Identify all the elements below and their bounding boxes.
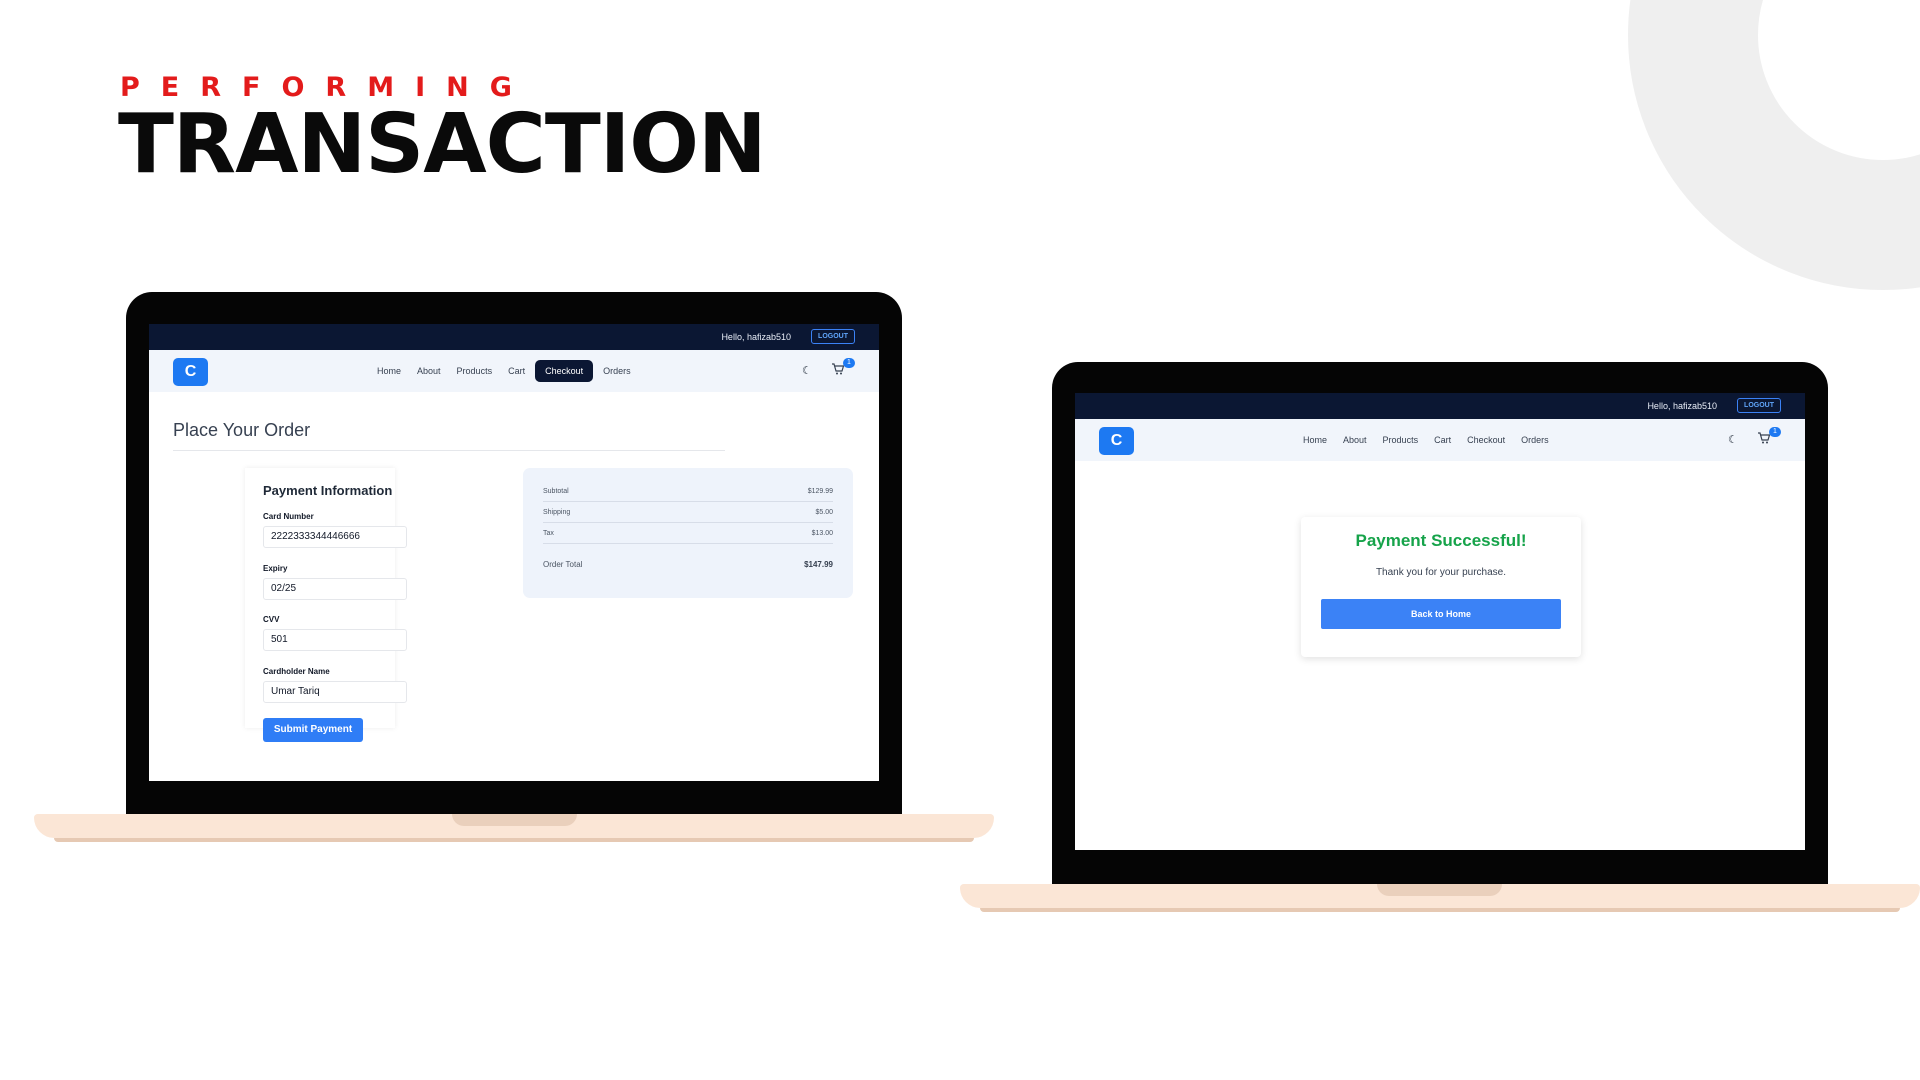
decorative-ring xyxy=(1628,0,1920,290)
tax-value: $13.00 xyxy=(811,530,833,537)
nav-about[interactable]: About xyxy=(1337,429,1373,451)
moon-icon[interactable]: ☾ xyxy=(1728,434,1740,446)
slide-headline: TRANSACTION xyxy=(118,97,767,192)
top-bar: Hello, hafizab510 LOGOUT xyxy=(1075,393,1805,419)
nav-orders[interactable]: Orders xyxy=(597,360,637,382)
cvv-label: CVV xyxy=(263,615,280,624)
subtotal-label: Subtotal xyxy=(543,488,569,495)
logo-icon[interactable]: C xyxy=(1099,427,1134,455)
payment-success-card: Payment Successful! Thank you for your p… xyxy=(1301,517,1581,657)
tax-row: Tax $13.00 xyxy=(543,524,833,544)
moon-icon[interactable]: ☾ xyxy=(802,365,814,377)
top-bar: Hello, hafizab510 LOGOUT xyxy=(149,324,879,350)
expiry-label: Expiry xyxy=(263,564,288,573)
page-title: Place Your Order xyxy=(173,420,311,440)
order-total-label: Order Total xyxy=(543,560,583,569)
payment-title: Payment Information xyxy=(263,483,393,498)
card-number-input[interactable]: 2222333344446666 xyxy=(263,526,407,548)
submit-payment-button[interactable]: Submit Payment xyxy=(263,718,363,742)
checkout-screen: Hello, hafizab510 LOGOUT C Home About Pr… xyxy=(149,324,879,781)
order-summary: Subtotal $129.99 Shipping $5.00 Tax $13.… xyxy=(523,468,853,598)
title-divider xyxy=(173,450,725,451)
nav-links: Home About Products Cart Checkout Orders xyxy=(371,360,637,382)
cart-count-badge: 1 xyxy=(1769,427,1781,437)
laptop-notch xyxy=(1377,884,1502,896)
slide: PERFORMING TRANSACTION Hello, hafizab510… xyxy=(0,0,1920,1080)
cart-icon[interactable]: 1 xyxy=(831,358,855,380)
order-total-row: Order Total $147.99 xyxy=(543,560,833,569)
nav-products[interactable]: Products xyxy=(1377,429,1425,451)
cardholder-name-input[interactable]: Umar Tariq xyxy=(263,681,407,703)
nav-orders[interactable]: Orders xyxy=(1515,429,1555,451)
cvv-input[interactable]: 501 xyxy=(263,629,407,651)
logo-icon[interactable]: C xyxy=(173,358,208,386)
shipping-label: Shipping xyxy=(543,509,571,516)
cardholder-name-label: Cardholder Name xyxy=(263,667,330,676)
greeting-text: Hello, hafizab510 xyxy=(721,332,791,342)
laptop-base-shadow xyxy=(980,908,1900,912)
laptop-base-shadow xyxy=(54,838,974,842)
nav-links: Home About Products Cart Checkout Orders xyxy=(1297,429,1555,451)
nav-home[interactable]: Home xyxy=(371,360,407,382)
logout-button[interactable]: LOGOUT xyxy=(1737,398,1781,413)
nav-checkout[interactable]: Checkout xyxy=(535,360,594,382)
nav-about[interactable]: About xyxy=(411,360,447,382)
payment-card: Payment Information Card Number 22223333… xyxy=(245,468,407,742)
navbar: C Home About Products Cart Checkout Orde… xyxy=(1075,419,1805,461)
card-number-label: Card Number xyxy=(263,512,314,521)
tax-label: Tax xyxy=(543,530,554,537)
greeting-text: Hello, hafizab510 xyxy=(1647,401,1717,411)
nav-cart[interactable]: Cart xyxy=(1428,429,1457,451)
shipping-value: $5.00 xyxy=(815,509,833,516)
laptop-notch xyxy=(452,814,577,826)
order-total-value: $147.99 xyxy=(804,560,833,569)
success-title: Payment Successful! xyxy=(1355,531,1527,550)
nav-home[interactable]: Home xyxy=(1297,429,1333,451)
success-message: Thank you for your purchase. xyxy=(1375,567,1507,578)
success-screen: Hello, hafizab510 LOGOUT C Home About Pr… xyxy=(1075,393,1805,850)
nav-products[interactable]: Products xyxy=(451,360,499,382)
shipping-row: Shipping $5.00 xyxy=(543,503,833,523)
nav-checkout[interactable]: Checkout xyxy=(1461,429,1511,451)
subtotal-value: $129.99 xyxy=(807,488,833,495)
cart-icon[interactable]: 1 xyxy=(1757,427,1781,449)
subtotal-row: Subtotal $129.99 xyxy=(543,482,833,502)
nav-cart[interactable]: Cart xyxy=(502,360,531,382)
cart-count-badge: 1 xyxy=(843,358,855,368)
navbar: C Home About Products Cart Checkout Orde… xyxy=(149,350,879,392)
logout-button[interactable]: LOGOUT xyxy=(811,329,855,344)
expiry-input[interactable]: 02/25 xyxy=(263,578,407,600)
back-to-home-button[interactable]: Back to Home xyxy=(1321,599,1561,629)
